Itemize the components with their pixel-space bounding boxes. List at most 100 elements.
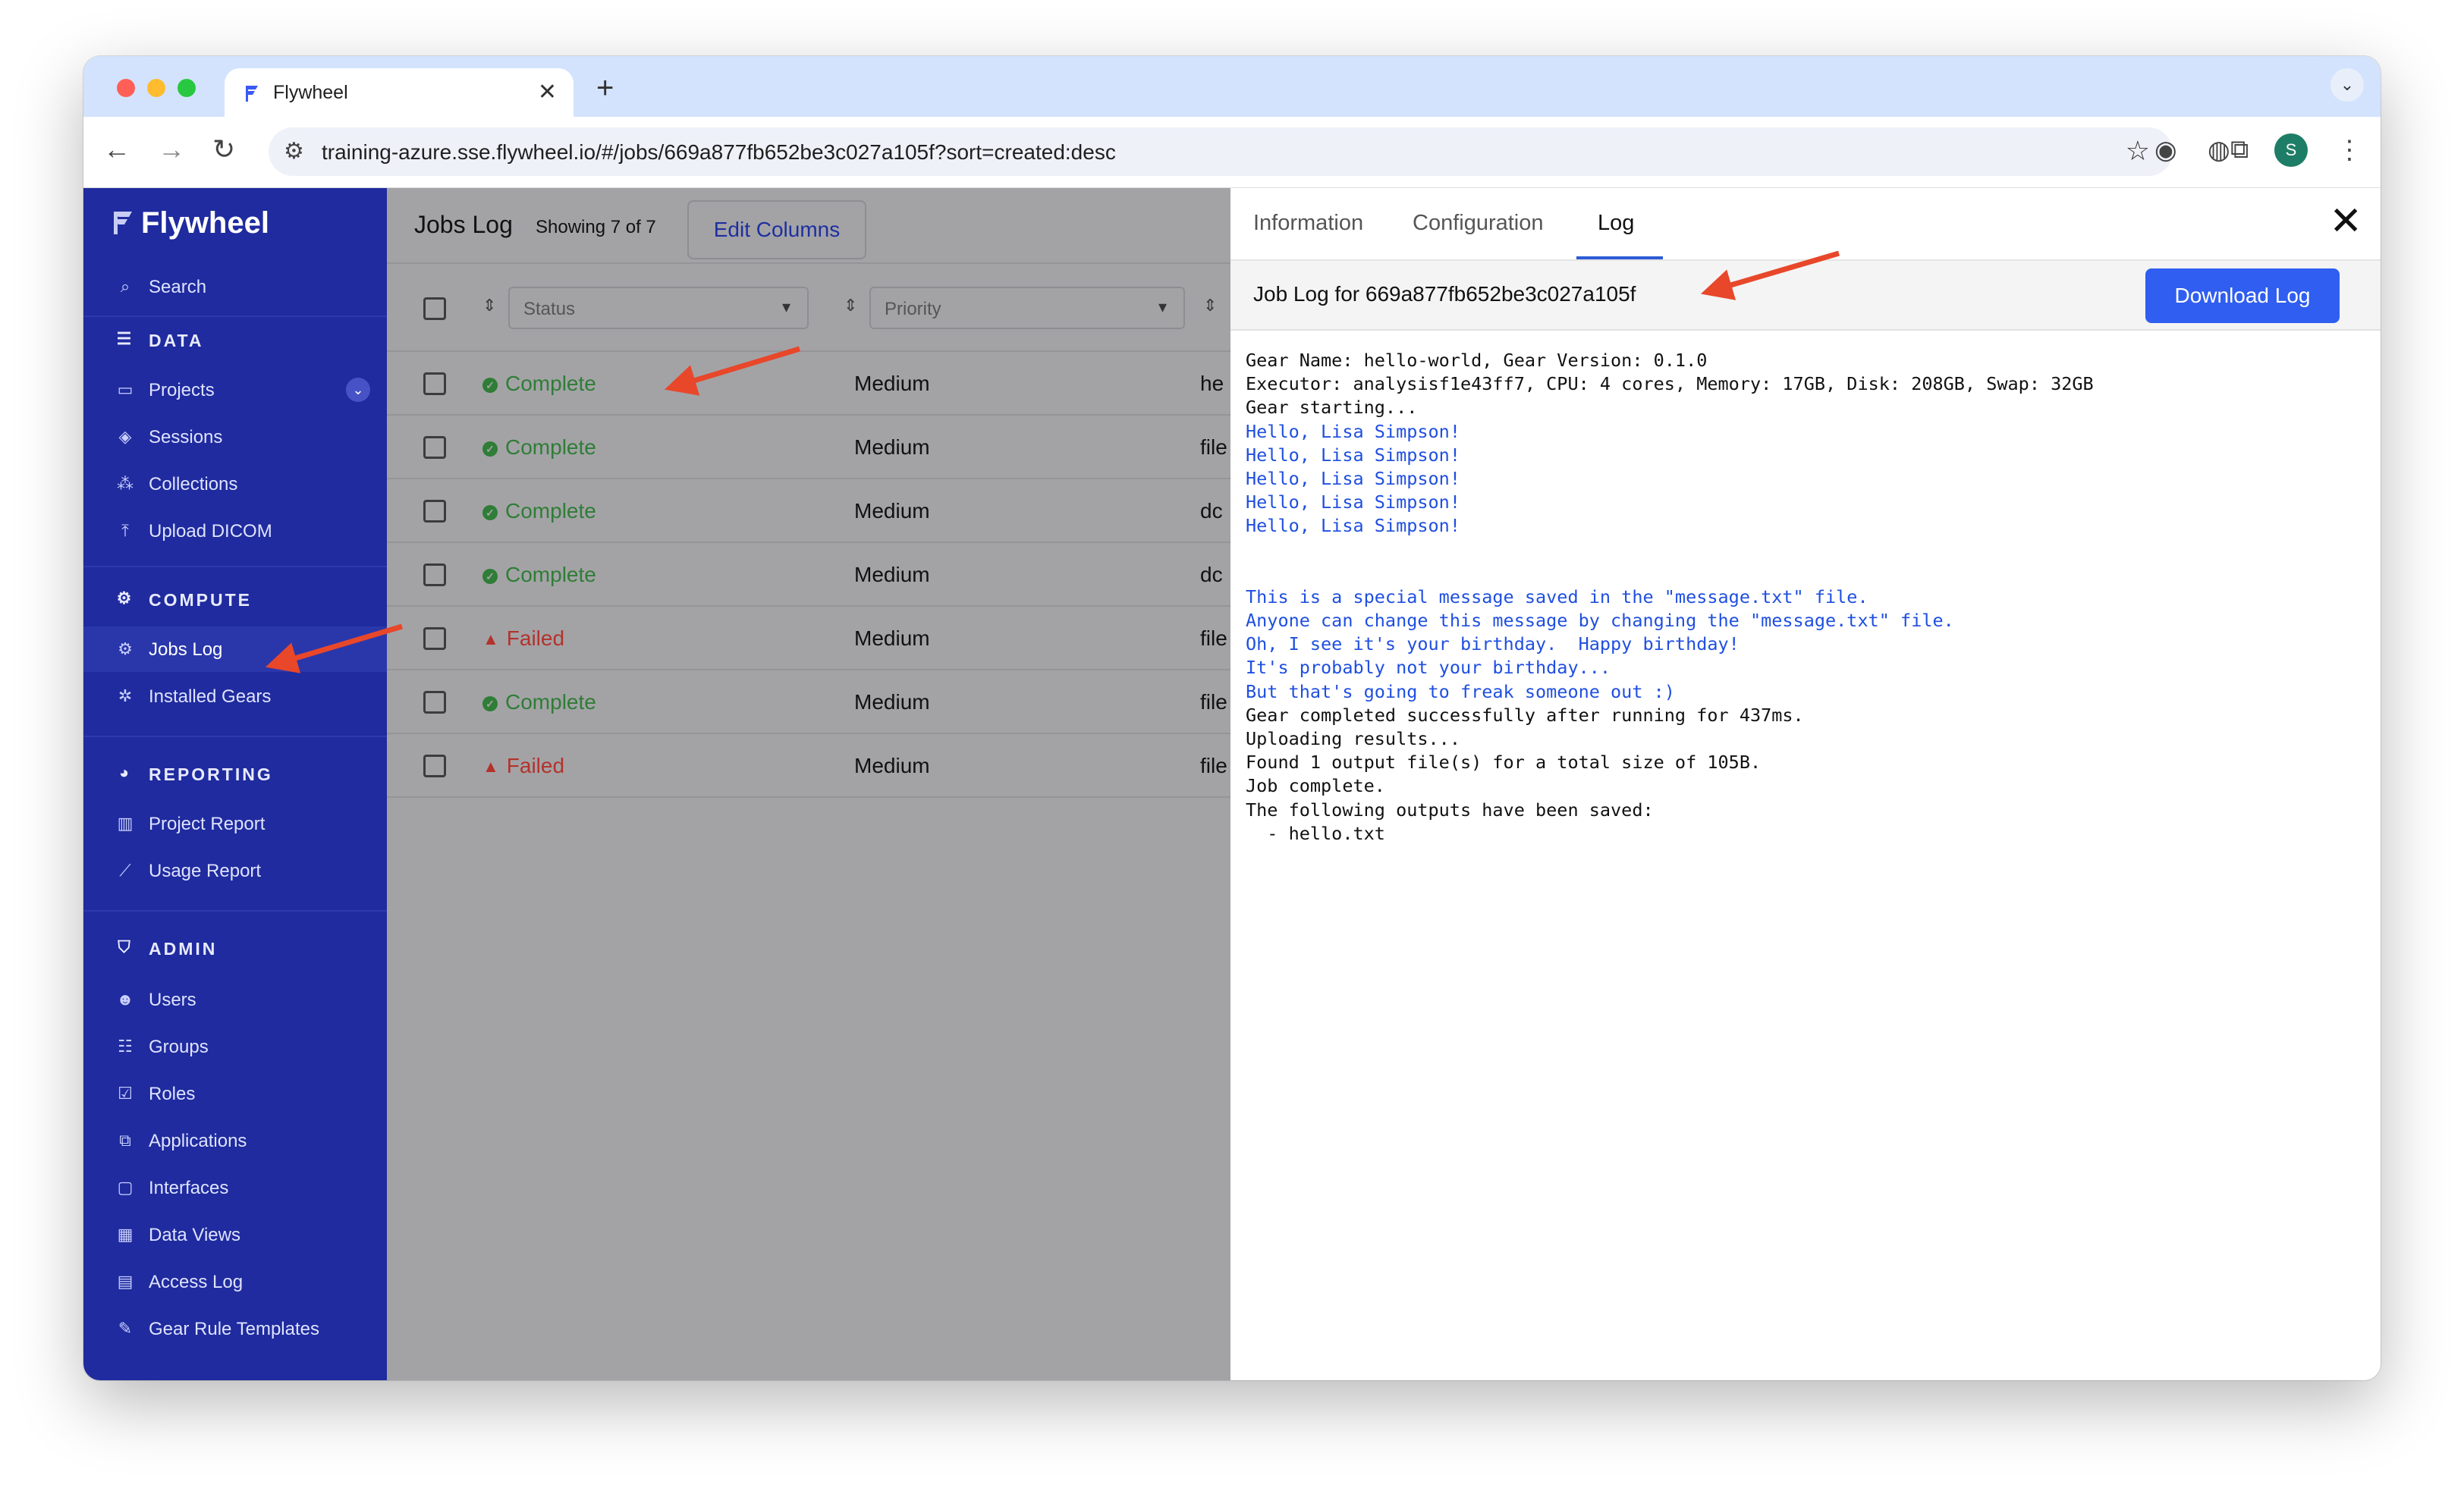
section-label: ADMIN — [149, 939, 218, 959]
status-label: Failed — [506, 754, 565, 777]
extension-icon[interactable]: ◍ — [2208, 135, 2230, 165]
row-checkbox[interactable] — [423, 627, 446, 650]
sort-icon[interactable]: ⇕ — [1203, 296, 1217, 315]
log-line: Gear starting... — [1246, 397, 1418, 419]
row-checkbox[interactable] — [423, 563, 446, 586]
table-row[interactable]: ✓ Complete Medium dc — [387, 479, 1230, 543]
tab-search-chevron-icon[interactable]: ⌄ — [2330, 68, 2364, 102]
flywheel-logo-icon — [114, 212, 132, 234]
tab-configuration[interactable]: Configuration — [1413, 211, 1544, 236]
log-line: Gear Name: hello-world, Gear Version: 0.… — [1246, 350, 1708, 371]
sidebar-item-label: Collections — [149, 474, 238, 494]
sidebar-item-project-report[interactable]: ▥ Project Report — [83, 801, 387, 846]
section-compute: ⚙ COMPUTE — [83, 576, 387, 622]
table-icon: ▦ — [117, 1225, 134, 1244]
url-text[interactable]: training-azure.sse.flywheel.io/#/jobs/66… — [322, 140, 1116, 165]
section-label: DATA — [149, 331, 204, 350]
site-settings-icon[interactable]: ⚙ — [284, 138, 304, 165]
row-checkbox[interactable] — [423, 436, 446, 459]
sort-icon[interactable]: ⇕ — [844, 296, 857, 315]
sidebar-item-installed-gears[interactable]: ✲ Installed Gears — [83, 673, 387, 719]
windows-icon: ⧉ — [119, 1131, 131, 1150]
truncated-cell: he — [1200, 372, 1224, 395]
table-row[interactable]: ✓ Complete Medium file — [387, 416, 1230, 479]
sidebar-item-collections[interactable]: ⁂ Collections — [83, 461, 387, 507]
reload-icon[interactable]: ↻ — [212, 133, 235, 165]
password-manager-icon[interactable]: ◉ — [2154, 135, 2177, 165]
sidebar-item-label: Installed Gears — [149, 686, 272, 707]
status-label: Complete — [505, 563, 596, 586]
close-window-button[interactable] — [117, 79, 135, 97]
detail-tabs: Information Configuration Log ✕ — [1230, 188, 2381, 261]
table-row[interactable]: ✓ Complete Medium dc — [387, 543, 1230, 607]
sidebar-item-sessions[interactable]: ◈ Sessions — [83, 414, 387, 460]
log-line: Uploading results... — [1246, 728, 1460, 749]
log-line: Hello, Lisa Simpson! — [1246, 420, 1460, 442]
sidebar-divider — [83, 736, 387, 737]
search-icon: ⌕ — [120, 277, 130, 296]
sidebar-item-applications[interactable]: ⧉ Applications — [83, 1118, 387, 1163]
wrench-icon: ✎ — [118, 1319, 133, 1338]
row-checkbox[interactable] — [423, 372, 446, 395]
sidebar-item-gear-rule-templates[interactable]: ✎ Gear Rule Templates — [83, 1306, 387, 1351]
log-header: Job Log for 669a877fb652be3c027a105f Dow… — [1230, 261, 2381, 331]
sidebar-item-label: Sessions — [149, 427, 223, 447]
puzzle-icon[interactable]: ⧉ — [2230, 135, 2249, 165]
sidebar-item-label: Gear Rule Templates — [149, 1319, 319, 1339]
jobs-count: Showing 7 of 7 — [536, 217, 656, 237]
sidebar-item-projects[interactable]: ▭ Projects ⌄ — [83, 367, 387, 413]
profile-avatar[interactable]: S — [2274, 133, 2308, 167]
sidebar-item-groups[interactable]: ☷ Groups — [83, 1024, 387, 1069]
status-filter-select[interactable]: Status ▾ — [508, 287, 809, 329]
menu-icon[interactable]: ⋮ — [2337, 135, 2362, 165]
sidebar-item-upload-dicom[interactable]: ⤒ Upload DICOM — [83, 508, 387, 554]
back-icon[interactable]: ← — [103, 133, 130, 165]
table-row[interactable]: ▲ Failed Medium file — [387, 734, 1230, 798]
maximize-window-button[interactable] — [178, 79, 196, 97]
cog-icon: ✲ — [118, 686, 133, 705]
sidebar-item-interfaces[interactable]: ▢ Interfaces — [83, 1165, 387, 1210]
close-icon[interactable]: ✕ — [2329, 199, 2362, 244]
new-tab-button[interactable]: + — [596, 71, 614, 105]
log-line: This is a special message saved in the "… — [1246, 585, 1868, 607]
download-log-button[interactable]: Download Log — [2145, 268, 2340, 323]
tab-log[interactable]: Log — [1598, 211, 1634, 236]
tab-information[interactable]: Information — [1253, 211, 1363, 236]
sort-icon[interactable]: ⇕ — [482, 296, 496, 315]
bookmark-star-icon[interactable]: ☆ — [2126, 135, 2150, 167]
sidebar-item-label: Project Report — [149, 814, 266, 834]
sidebar-divider — [83, 910, 387, 912]
table-row[interactable]: ✓ Complete Medium file — [387, 670, 1230, 734]
truncated-cell: file — [1200, 626, 1227, 650]
address-bar[interactable]: ⚙ training-azure.sse.flywheel.io/#/jobs/… — [269, 127, 2173, 176]
sidebar-item-search[interactable]: ⌕ Search — [83, 264, 387, 309]
row-checkbox[interactable] — [423, 691, 446, 714]
check-circle-icon: ✓ — [482, 696, 498, 711]
priority-filter-select[interactable]: Priority ▾ — [869, 287, 1185, 329]
sidebar-item-usage-report[interactable]: ⟋ Usage Report — [83, 848, 387, 893]
warning-triangle-icon: ▲ — [482, 629, 499, 648]
cube-icon: ◈ — [118, 427, 132, 446]
row-checkbox[interactable] — [423, 500, 446, 523]
row-checkbox[interactable] — [423, 755, 446, 777]
select-all-checkbox[interactable] — [423, 297, 446, 320]
edit-columns-button[interactable]: Edit Columns — [687, 200, 866, 259]
sidebar-item-users[interactable]: ☻ Users — [83, 977, 387, 1022]
select-placeholder: Priority — [885, 299, 941, 319]
status-label: Failed — [506, 626, 565, 650]
sidebar-item-label: Users — [149, 990, 196, 1010]
brand-logo[interactable]: Flywheel — [111, 206, 269, 240]
status-cell: ✓ Complete — [482, 563, 596, 587]
sidebar-item-data-views[interactable]: ▦ Data Views — [83, 1212, 387, 1257]
table-row[interactable]: ✓ Complete Medium he — [387, 352, 1230, 416]
table-row[interactable]: ▲ Failed Medium file — [387, 607, 1230, 670]
chevron-down-icon[interactable]: ⌄ — [346, 378, 370, 402]
forward-icon[interactable]: → — [158, 133, 185, 165]
sidebar-item-access-log[interactable]: ▤ Access Log — [83, 1259, 387, 1304]
sidebar-item-jobs-log[interactable]: ⚙ Jobs Log — [83, 626, 387, 672]
tab-close-icon[interactable]: ✕ — [538, 79, 557, 105]
sidebar-item-label: Projects — [149, 380, 215, 400]
browser-tab[interactable]: Flywheel ✕ — [225, 68, 574, 117]
sidebar-item-roles[interactable]: ☑ Roles — [83, 1071, 387, 1116]
minimize-window-button[interactable] — [147, 79, 165, 97]
